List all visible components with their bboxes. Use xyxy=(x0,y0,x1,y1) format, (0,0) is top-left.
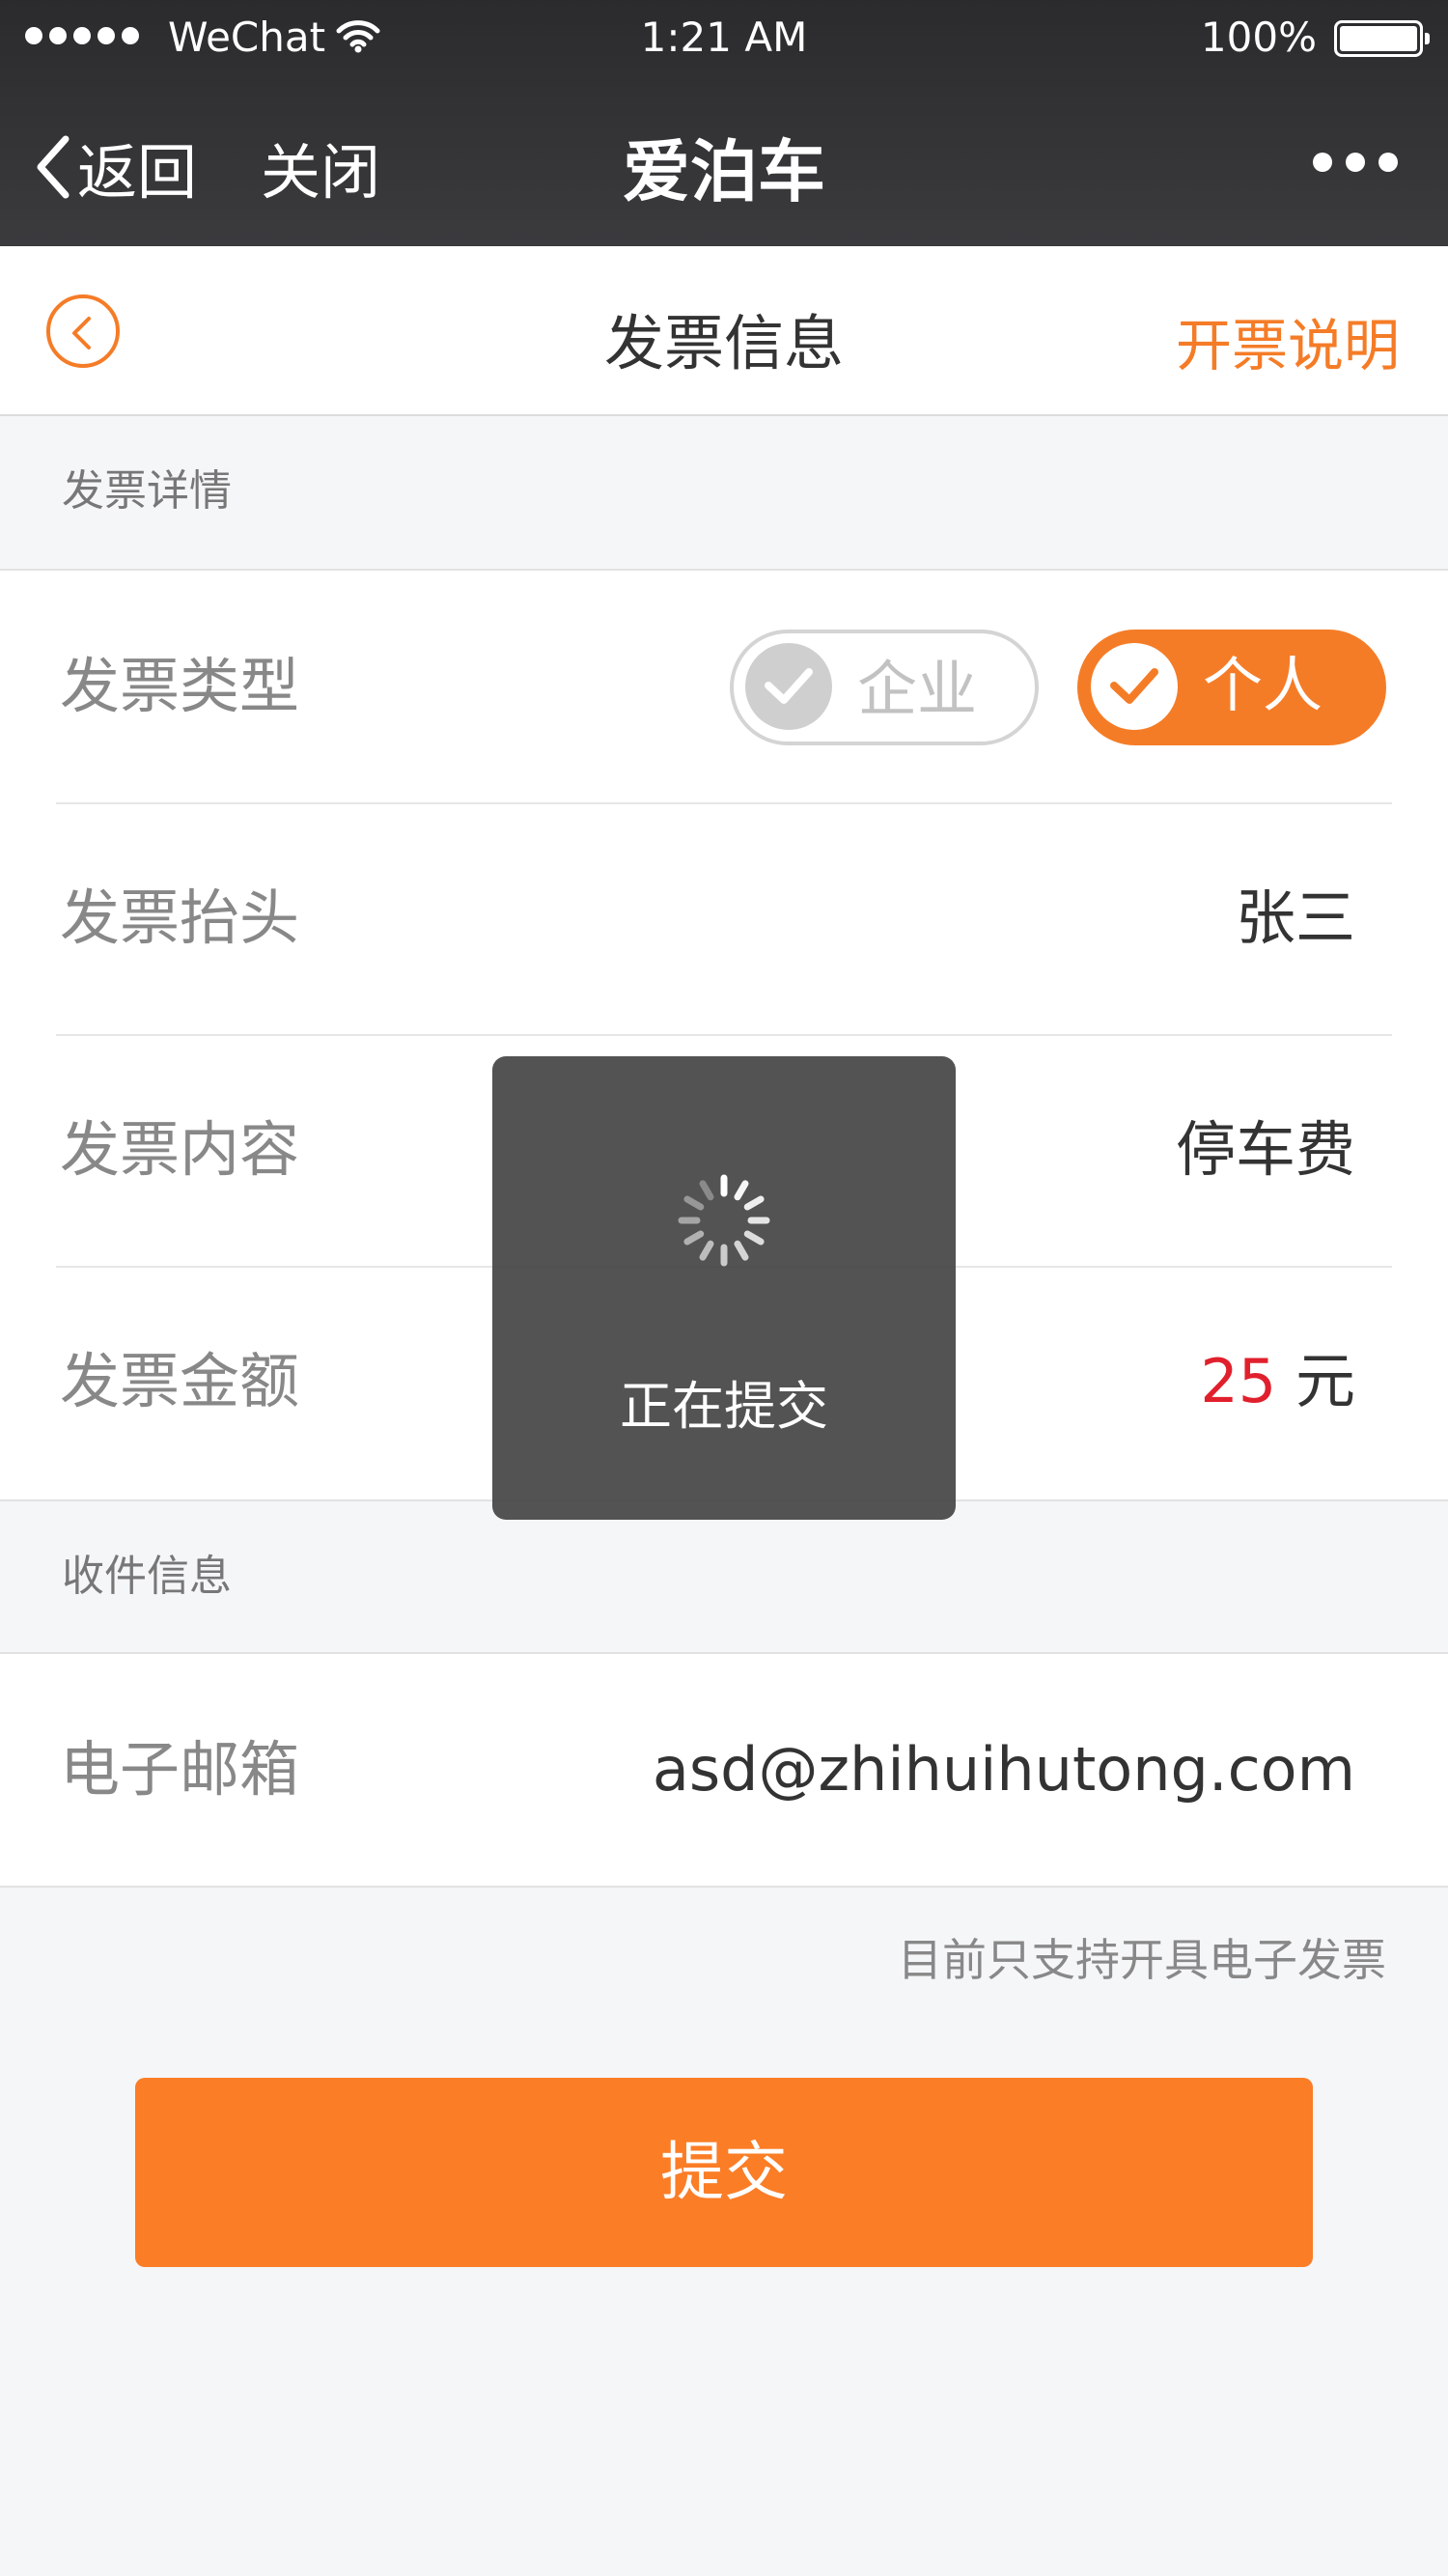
more-options-icon[interactable] xyxy=(1313,153,1398,172)
email-label: 电子邮箱 xyxy=(60,1734,300,1805)
battery-percent: 100% xyxy=(1200,14,1317,61)
recipient-group: 电子邮箱 asd@zhihuihutong.com xyxy=(0,1654,1448,1888)
email-value[interactable]: asd@zhihuihutong.com xyxy=(653,1654,1355,1886)
page-header: 发票信息 开票说明 xyxy=(0,246,1448,416)
invoice-amount-label: 发票金额 xyxy=(60,1346,300,1416)
wechat-header: WeChat 1:21 AM 100% 返回 关闭 爱泊车 xyxy=(0,0,1448,246)
status-bar: WeChat 1:21 AM 100% xyxy=(0,0,1448,77)
section-label-recipient: 收件信息 xyxy=(0,1499,1448,1654)
loading-toast: 正在提交 xyxy=(492,1056,956,1520)
section-label-invoice-details: 发票详情 xyxy=(0,416,1448,571)
loading-spinner-icon xyxy=(678,1174,770,1267)
invoice-type-personal-option[interactable]: 个人 xyxy=(1077,630,1386,745)
invoice-header-value: 张三 xyxy=(1235,882,1355,953)
invoice-header-row[interactable]: 发票抬头 张三 xyxy=(0,802,1448,1034)
invoice-type-label: 发票类型 xyxy=(60,651,300,721)
submit-button[interactable]: 提交 xyxy=(135,2078,1313,2267)
email-row[interactable]: 电子邮箱 asd@zhihuihutong.com xyxy=(0,1654,1448,1886)
check-circle-icon xyxy=(745,643,832,730)
invoice-type-company-option[interactable]: 企业 xyxy=(730,630,1039,745)
invoice-type-personal-label: 个人 xyxy=(1203,650,1323,720)
invoice-type-company-label: 企业 xyxy=(857,654,978,724)
invoice-content-value: 停车费 xyxy=(1175,1114,1355,1185)
check-circle-icon xyxy=(1091,643,1178,730)
loading-toast-text: 正在提交 xyxy=(620,1376,828,1437)
invoice-header-label: 发票抬头 xyxy=(60,882,300,953)
invoice-amount-value: 25 xyxy=(1200,1346,1277,1416)
electronic-invoice-note: 目前只支持开具电子发票 xyxy=(898,1934,1386,1986)
invoice-amount-unit: 元 xyxy=(1295,1346,1355,1416)
battery-icon xyxy=(1334,20,1430,57)
invoice-amount: 25 元 xyxy=(1200,1266,1355,1498)
wechat-nav-bar: 返回 关闭 爱泊车 xyxy=(0,97,1448,227)
invoice-help-link[interactable]: 开票说明 xyxy=(1176,300,1400,381)
wechat-title: 爱泊车 xyxy=(623,132,825,211)
invoice-content-label: 发票内容 xyxy=(60,1114,300,1185)
